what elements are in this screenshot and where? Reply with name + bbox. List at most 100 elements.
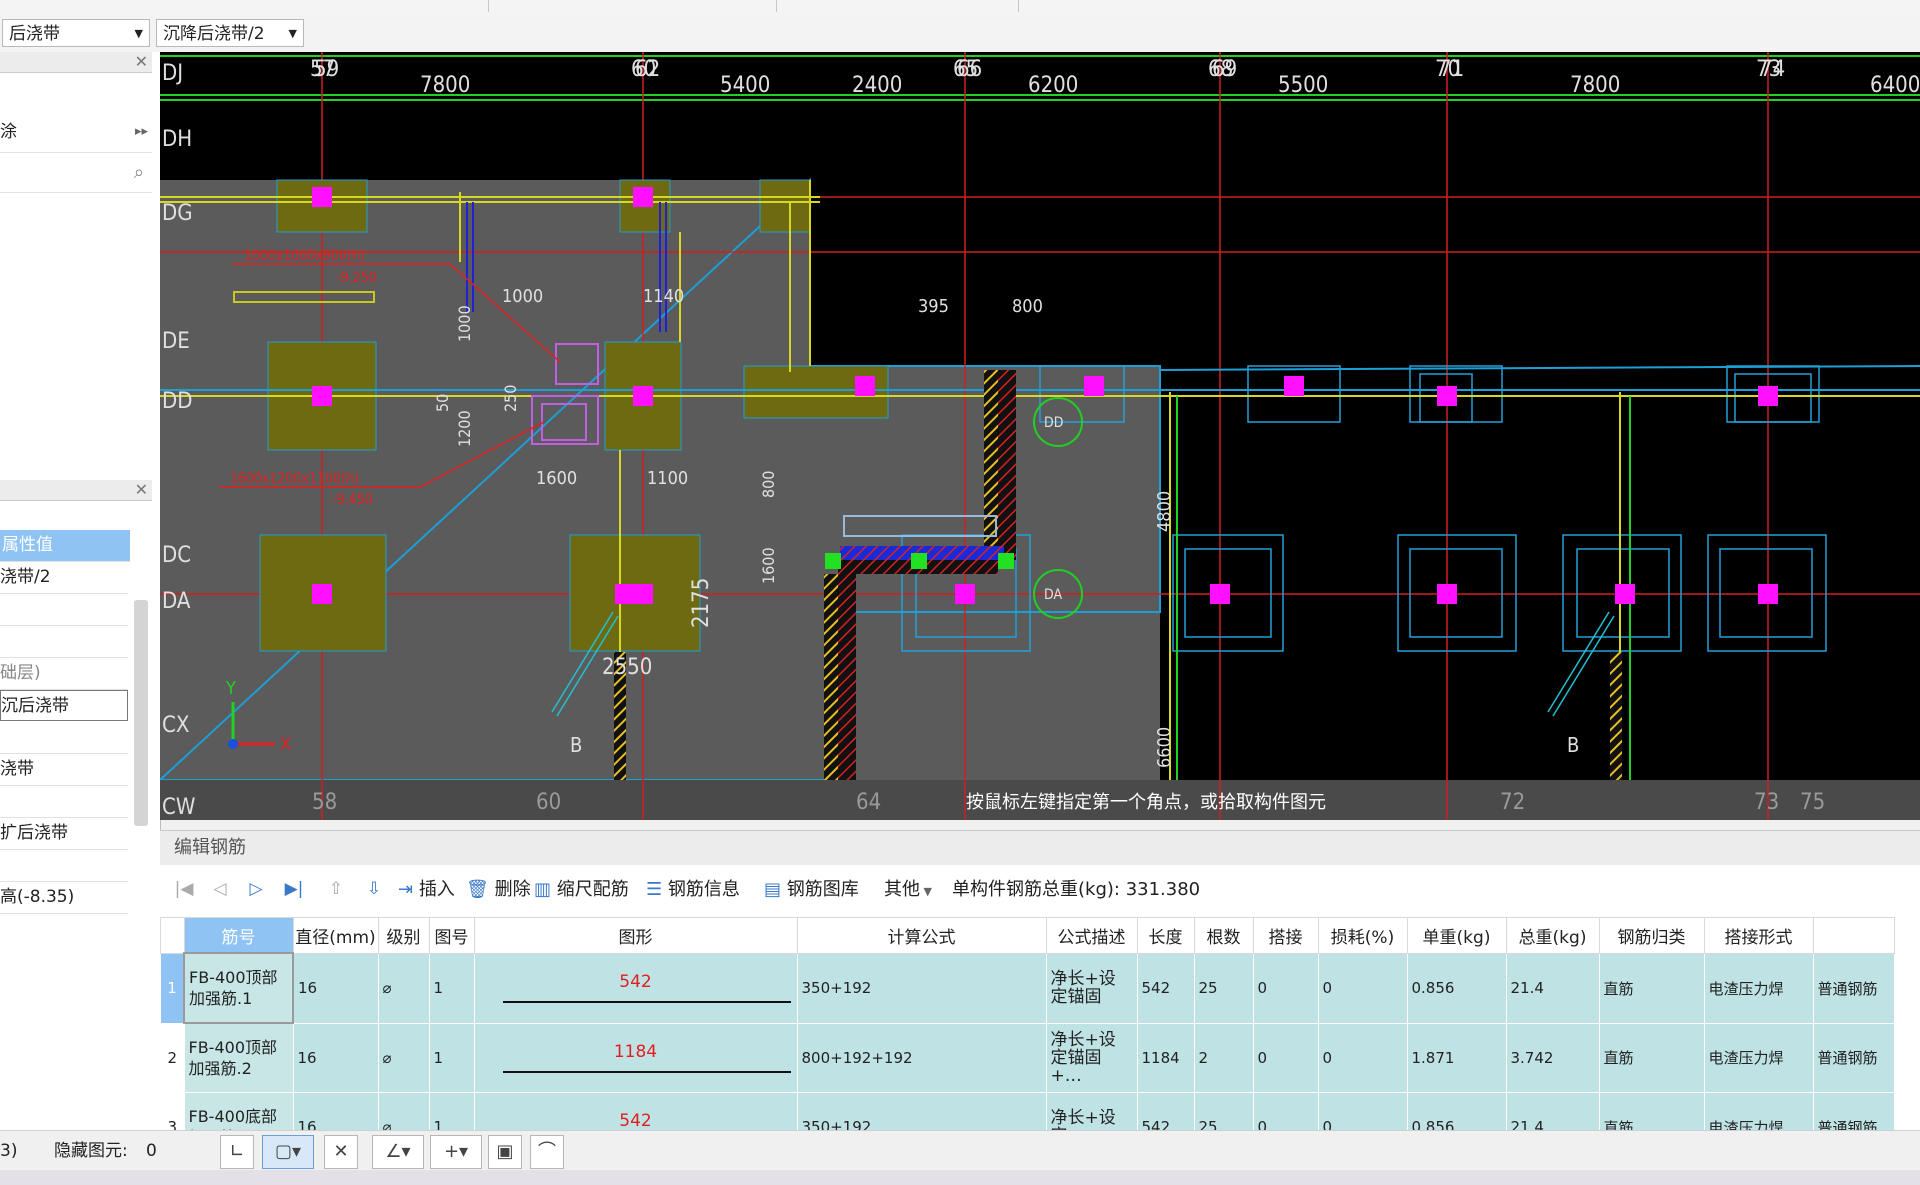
rebar-library-button[interactable]: ▤ 钢筋图库 [764, 871, 859, 909]
next-record-icon[interactable]: ▷ [246, 879, 266, 899]
figure-no-cell[interactable]: 1 [428, 952, 475, 1024]
move-down-icon[interactable]: ⇩ [364, 879, 384, 899]
lap-cell[interactable]: 0 [1252, 952, 1319, 1024]
lap-form-cell[interactable]: 电渣压力焊 [1703, 952, 1814, 1024]
trash-icon: 🗑 [466, 879, 495, 900]
property-row[interactable] [0, 626, 128, 658]
table-row[interactable]: 1 FB-400顶部加强筋.1 16 ⌀ 1 542 350+192 净长+设定锚固 542 25… [160, 952, 1895, 1024]
close-icon[interactable]: ✕ [135, 52, 148, 72]
column-header[interactable]: 钢筋归类 [1598, 917, 1705, 954]
property-row[interactable] [0, 594, 128, 626]
search-input[interactable]: ⌕ [0, 156, 152, 193]
cross-select-icon[interactable]: ✕ [324, 1135, 358, 1169]
table-row[interactable]: 2 FB-400顶部加强筋.2 16 ⌀ 1 1184 800+192+192 净长+设定锚固… [160, 1022, 1895, 1093]
layer-icon[interactable]: ▣ [488, 1135, 522, 1169]
count-cell[interactable]: 2 [1193, 1022, 1254, 1093]
column-header[interactable]: 公式描述 [1045, 917, 1138, 954]
property-row[interactable] [0, 850, 128, 882]
row-index[interactable]: 2 [160, 1022, 185, 1093]
rebar-name-cell[interactable]: FB-400顶部加强筋.2 [183, 1022, 294, 1093]
loss-cell[interactable]: 0 [1317, 1022, 1408, 1093]
column-header[interactable] [1812, 917, 1895, 954]
grade-cell[interactable]: ⌀ [377, 952, 430, 1024]
move-up-icon[interactable]: ⇧ [326, 879, 346, 899]
property-row[interactable]: 浇带 [0, 754, 128, 786]
column-header[interactable]: 计算公式 [796, 917, 1047, 954]
length-cell[interactable]: 542 [1136, 952, 1195, 1024]
delete-button[interactable]: 🗑 删除 [466, 871, 531, 909]
first-record-icon[interactable]: |◀ [174, 879, 194, 899]
total-weight-cell[interactable]: 3.742 [1505, 1022, 1600, 1093]
component-type-dropdown[interactable]: 后浇带 ▼ [2, 19, 150, 47]
cad-canvas[interactable]: 57 59 60 62 65 66 68 69 70 71 73 74 7800 5400 2400 6200… [160, 52, 1920, 820]
column-header[interactable]: 搭接 [1252, 917, 1319, 954]
dimension-label: 800 [1012, 296, 1043, 317]
tree-item[interactable]: 涂 ▸▸ [0, 112, 152, 153]
unit-weight-cell[interactable]: 0.856 [1406, 952, 1507, 1024]
expand-icon[interactable]: ▸▸ [135, 112, 148, 152]
formula-desc-cell[interactable]: 净长+设定锚固+… [1045, 1022, 1138, 1093]
column-header[interactable]: 图号 [428, 917, 475, 954]
arc-icon[interactable]: ⌒ [530, 1135, 564, 1169]
column-header[interactable]: 损耗(%) [1317, 917, 1408, 954]
scale-rebar-button[interactable]: ▥ 缩尺配筋 [534, 871, 629, 909]
shape-cell[interactable]: 542 [473, 952, 798, 1024]
shape-cell[interactable]: 1184 [473, 1022, 798, 1093]
offset-icon[interactable]: +▾ [430, 1135, 482, 1169]
other-label: 其他 [884, 879, 920, 900]
command-hint: 按鼠标左键指定第一个角点，或拾取构件图元 [966, 792, 1326, 813]
close-icon[interactable]: ✕ [135, 480, 148, 500]
property-row[interactable] [0, 722, 128, 754]
component-name-dropdown[interactable]: 沉降后浇带/2 ▼ [156, 19, 304, 47]
column-header[interactable]: 搭接形式 [1703, 917, 1814, 954]
column-header[interactable]: 根数 [1193, 917, 1254, 954]
diameter-cell[interactable]: 16 [292, 952, 379, 1024]
property-row[interactable]: 高(-8.35) [0, 882, 128, 914]
rect-select-icon[interactable]: ▢▾ [262, 1135, 314, 1169]
rebar-name-cell[interactable]: FB-400顶部加强筋.1 [183, 952, 294, 1024]
property-row[interactable] [0, 786, 128, 818]
total-weight-cell-text: 21.4 [1510, 979, 1544, 997]
property-row[interactable]: 扩后浇带 [0, 818, 128, 850]
ortho-toggle-icon[interactable]: ∟ [220, 1135, 254, 1169]
count-cell[interactable]: 25 [1193, 952, 1254, 1024]
component-list-header: ✕ [0, 52, 152, 73]
column-header[interactable]: 筋号 [183, 917, 294, 954]
property-row[interactable]: 浇带/2 [0, 562, 128, 594]
lap-form-cell[interactable]: 电渣压力焊 [1703, 1022, 1814, 1093]
column-header[interactable]: 直径(mm) [292, 917, 379, 954]
category-cell[interactable]: 直筋 [1598, 952, 1705, 1024]
row-index[interactable]: 1 [160, 952, 185, 1024]
diameter-cell[interactable]: 16 [292, 1022, 379, 1093]
search-icon[interactable]: ⌕ [134, 162, 144, 183]
formula-desc-cell[interactable]: 净长+设定锚固 [1045, 952, 1138, 1024]
insert-button[interactable]: ⇥ 插入 [398, 871, 455, 909]
loss-cell[interactable]: 0 [1317, 952, 1408, 1024]
rebar-shape-line [502, 1070, 791, 1073]
angle-icon[interactable]: ∠▾ [372, 1135, 424, 1169]
category-cell[interactable]: 直筋 [1598, 1022, 1705, 1093]
column-header[interactable]: 级别 [377, 917, 430, 954]
formula-cell[interactable]: 800+192+192 [796, 1022, 1047, 1093]
unit-weight-cell[interactable]: 1.871 [1406, 1022, 1507, 1093]
rebar-info-button[interactable]: ☰ 钢筋信息 [646, 871, 740, 909]
property-row-editing[interactable]: 沉后浇带 [0, 690, 128, 721]
bar-chart-icon: ▥ [534, 879, 557, 900]
property-scrollbar[interactable] [134, 600, 148, 826]
figure-no-cell[interactable]: 1 [428, 1022, 475, 1093]
last-record-icon[interactable]: ▶| [284, 879, 304, 899]
total-weight-cell[interactable]: 21.4 [1505, 952, 1600, 1024]
other-menu[interactable]: 其他 ▼ [884, 871, 932, 911]
lap-cell[interactable]: 0 [1252, 1022, 1319, 1093]
rebar-type-cell[interactable]: 普通钢筋 [1812, 1022, 1895, 1093]
length-cell[interactable]: 1184 [1136, 1022, 1195, 1093]
column-header[interactable]: 长度 [1136, 917, 1195, 954]
column-header[interactable]: 图形 [473, 917, 798, 954]
property-row[interactable]: 础层) [0, 658, 128, 690]
prev-record-icon[interactable]: ◁ [210, 879, 230, 899]
rebar-type-cell[interactable]: 普通钢筋 [1812, 952, 1895, 1024]
column-header[interactable]: 总重(kg) [1505, 917, 1600, 954]
column-header[interactable]: 单重(kg) [1406, 917, 1507, 954]
formula-cell[interactable]: 350+192 [796, 952, 1047, 1024]
grade-cell[interactable]: ⌀ [377, 1022, 430, 1093]
